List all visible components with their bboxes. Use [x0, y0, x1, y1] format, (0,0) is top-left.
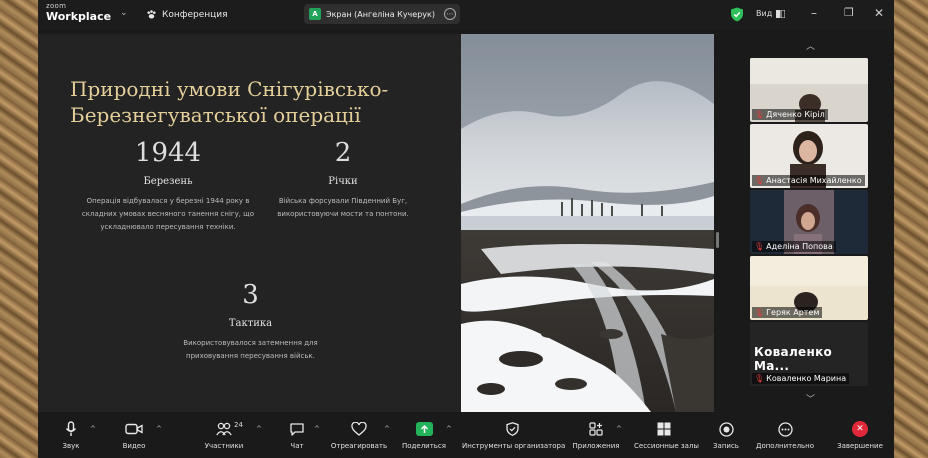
stat-card-tactics: 3 Тактика Використовувалося затемнення д… [168, 280, 333, 363]
microphone-icon [65, 421, 77, 436]
breakout-rooms-button[interactable]: Сессионные залы [634, 420, 699, 450]
paw-icon [147, 10, 156, 19]
stat-card-1944: 1944 Березень Операція відбувалася у бер… [68, 138, 268, 234]
stat-description: Використовувалося затемнення для прихову… [183, 339, 318, 360]
record-icon [718, 421, 734, 437]
participant-name-tag: 🎙 Аделіна Попова [752, 241, 836, 252]
stat-description: Операція відбувалася у березні 1944 року… [81, 197, 255, 231]
participant-name-tag: 🎙 Дяченко Кіріл [752, 109, 828, 120]
share-screen-button[interactable]: Поделиться [402, 420, 446, 450]
video-camera-icon [125, 423, 143, 435]
participant-name-tag: 🎙 Анастасія Михайленко [752, 175, 865, 186]
participants-gallery: ︿ 🎙 Дяченко Кіріл 🎙 Анастасія Михайленко [748, 36, 872, 410]
chat-button[interactable]: Чат [286, 420, 308, 450]
chevron-up-icon[interactable]: ^ [446, 425, 452, 433]
end-call-icon: ✕ [852, 421, 868, 437]
slide-title: Природні умови Снігурівсько-Березнегуват… [70, 77, 389, 127]
participants-icon [216, 422, 232, 436]
stat-heading: Річки [328, 176, 358, 187]
sharer-avatar: А [309, 8, 321, 20]
record-button[interactable]: Запись [710, 420, 742, 450]
background-texture-right [892, 0, 928, 458]
brand-small: zoom [46, 2, 67, 10]
more-icon [777, 421, 793, 437]
stat-number: 1944 [134, 138, 202, 168]
mic-muted-icon: 🎙 [754, 242, 765, 251]
participant-name-tag: 🎙 Геряк Артем [752, 307, 823, 318]
grid-view-icon [776, 9, 786, 18]
minimize-icon[interactable]: – [811, 6, 817, 20]
more-button[interactable]: Дополнительно [754, 420, 816, 450]
end-meeting-button[interactable]: ✕ Завершение [834, 420, 886, 450]
screen-share-label: Экран (Ангеліна Кучерук) [326, 9, 435, 19]
chevron-up-icon[interactable]: ^ [384, 425, 390, 433]
participant-tile[interactable]: Коваленко Ма... 🎙 Коваленко Марина [750, 322, 868, 386]
participant-tile[interactable]: 🎙 Геряк Артем [750, 256, 868, 320]
screen-share-indicator[interactable]: А Экран (Ангеліна Кучерук) ⋯ [304, 4, 460, 24]
stat-card-rivers: 2 Річки Війська форсували Південний Буг,… [268, 138, 418, 221]
participants-count: 24 [234, 421, 243, 429]
background-texture-left [0, 0, 40, 458]
close-icon[interactable]: ✕ [874, 6, 884, 20]
security-shield-icon[interactable] [730, 7, 744, 22]
react-button[interactable]: Отреагировать [330, 420, 388, 450]
breakout-rooms-icon [657, 422, 671, 436]
chat-icon [290, 423, 304, 436]
meeting-toolbar: Звук ^ Видео ^ Участники 24 ^ Чат ^ Отре… [38, 412, 894, 458]
view-label: Вид [756, 9, 773, 18]
video-button[interactable]: Видео [118, 420, 150, 450]
chevron-down-icon[interactable]: ⌄ [120, 8, 128, 18]
chevron-up-icon[interactable]: ^ [314, 425, 320, 433]
stat-number: 2 [334, 138, 352, 168]
chevron-up-icon[interactable]: ^ [90, 425, 96, 433]
share-screen-icon [415, 422, 433, 436]
apps-button[interactable]: Приложения [572, 420, 620, 450]
more-options-icon[interactable]: ⋯ [444, 8, 456, 20]
stat-description: Війська форсували Південний Буг, викорис… [277, 197, 409, 218]
snowy-field-image [461, 34, 714, 412]
shared-presentation-slide: Природні умови Снігурівсько-Березнегуват… [38, 34, 461, 412]
participant-tile[interactable]: 🎙 Дяченко Кіріл [750, 58, 868, 122]
host-tools-button[interactable]: Инструменты организатора [462, 420, 565, 450]
mic-muted-icon: 🎙 [754, 110, 765, 119]
title-bar: zoom Workplace ⌄ Конференция А Экран (Ан… [38, 0, 894, 30]
participant-big-name: Коваленко Ма... [754, 345, 833, 373]
maximize-icon[interactable]: ❐ [844, 6, 854, 19]
participant-tile[interactable]: 🎙 Аделіна Попова [750, 190, 868, 254]
participant-name-tag: 🎙 Коваленко Марина [752, 373, 850, 384]
zoom-logo[interactable]: zoom Workplace [46, 2, 112, 23]
stat-number: 3 [242, 280, 259, 310]
zoom-window: zoom Workplace ⌄ Конференция А Экран (Ан… [38, 0, 894, 458]
chevron-up-icon[interactable]: ^ [256, 425, 262, 433]
heart-icon [351, 422, 367, 436]
mute-button[interactable]: Звук [58, 420, 84, 450]
chevron-up-icon[interactable]: ^ [616, 425, 622, 433]
stat-heading: Тактика [228, 318, 273, 329]
view-button[interactable]: Вид [756, 9, 786, 18]
meeting-label: Конференция [162, 9, 228, 20]
chevron-down-icon[interactable]: ﹀ [806, 392, 815, 405]
mic-muted-icon: 🎙 [754, 374, 765, 383]
brand-large: Workplace [46, 10, 112, 23]
split-view-handle[interactable] [716, 232, 719, 248]
mic-muted-icon: 🎙 [754, 176, 765, 185]
mic-muted-icon: 🎙 [754, 308, 765, 317]
shield-icon [505, 422, 519, 436]
chevron-up-icon[interactable]: ^ [156, 425, 162, 433]
apps-icon [589, 422, 603, 436]
participant-tile[interactable]: 🎙 Анастасія Михайленко [750, 124, 868, 188]
chevron-up-icon[interactable]: ︿ [806, 39, 815, 52]
slide-landscape-photo [461, 34, 714, 412]
stat-heading: Березень [143, 176, 193, 187]
meeting-info-button[interactable]: Конференция [146, 9, 228, 20]
